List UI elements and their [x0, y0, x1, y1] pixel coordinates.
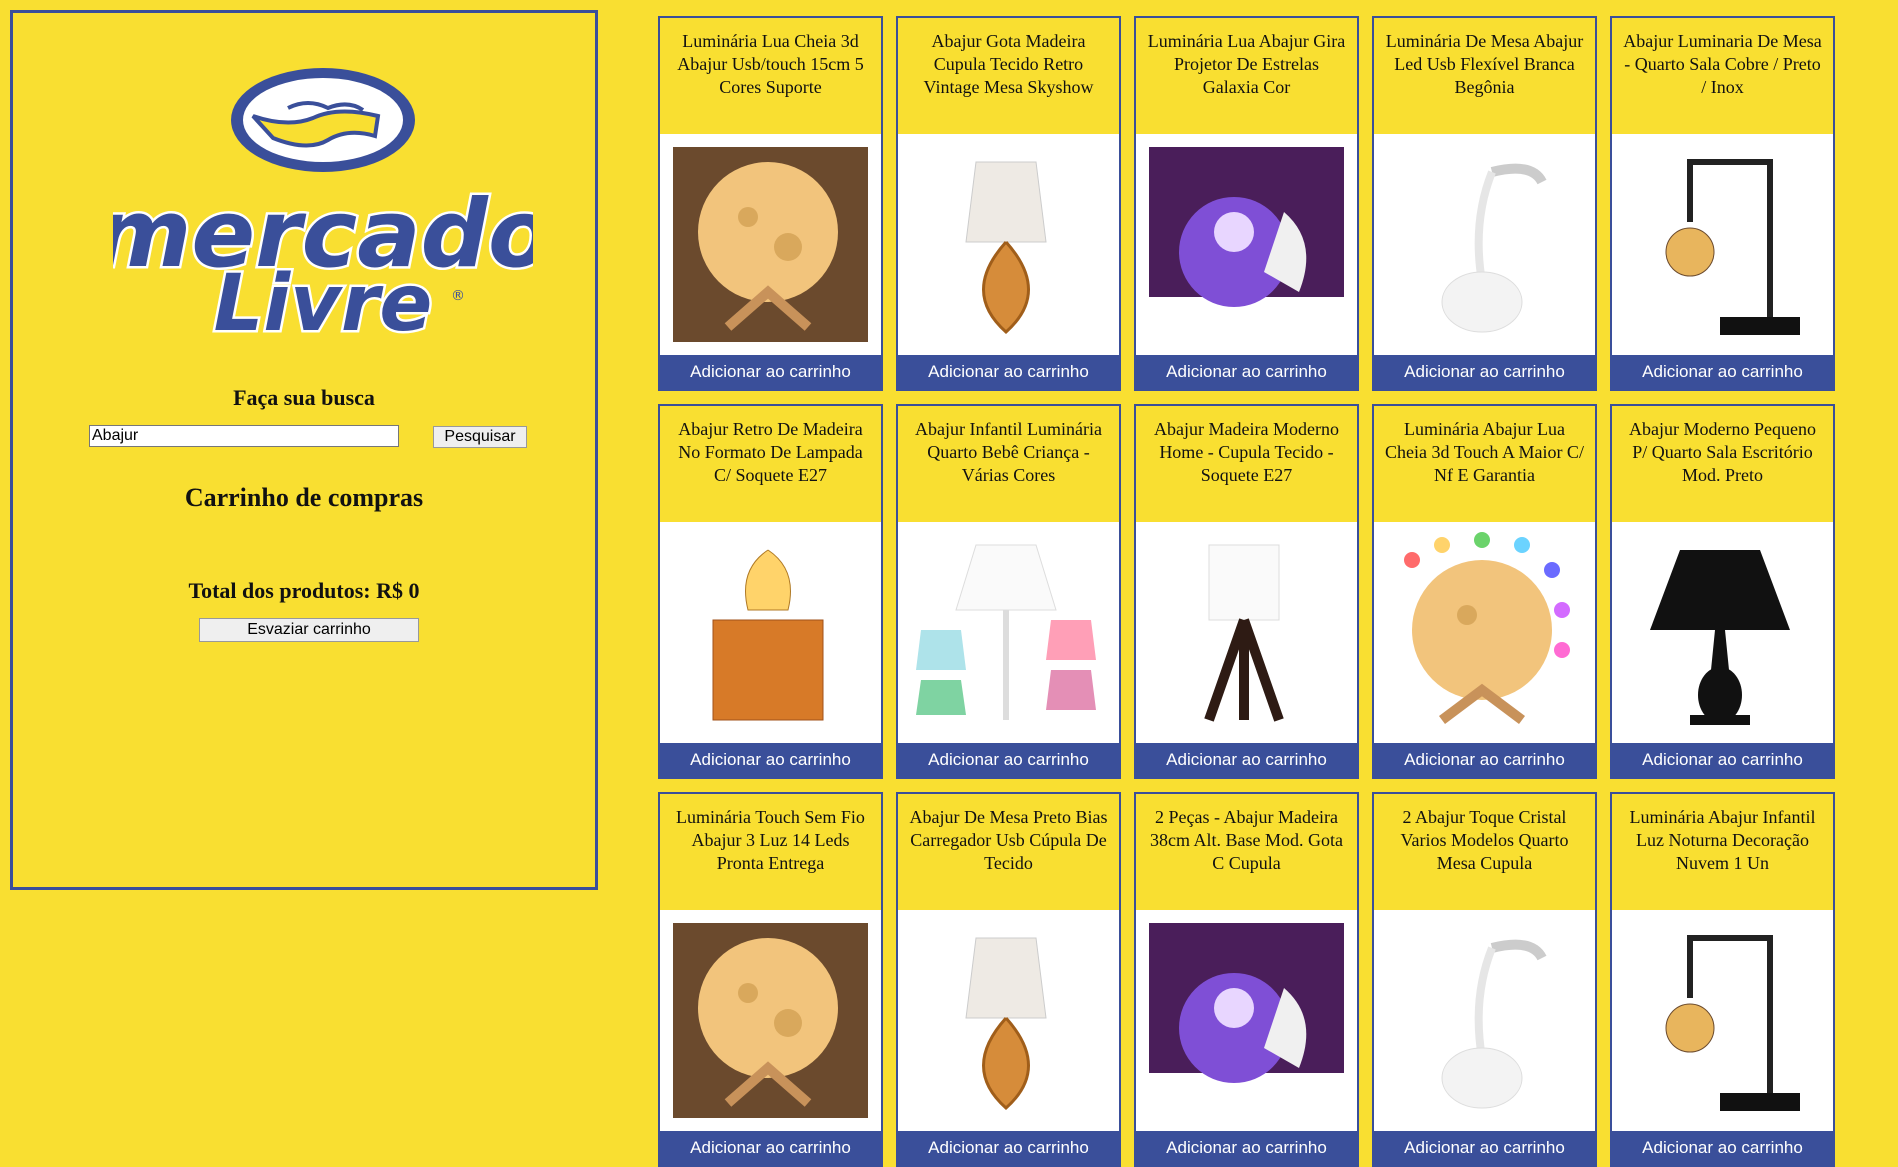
- add-to-cart-button[interactable]: Adicionar ao carrinho: [1374, 1131, 1595, 1165]
- wood-pair-lamp-image: [1136, 910, 1357, 1131]
- product-card: Abajur Luminaria De Mesa - Quarto Sala C…: [1610, 16, 1835, 391]
- product-title: Luminária Abajur Infantil Luz Noturna De…: [1629, 807, 1816, 873]
- search-title: Faça sua busca: [233, 385, 375, 410]
- product-image: [916, 544, 1096, 720]
- mercado-livre-logo: mercado Livre ®: [113, 68, 533, 348]
- product-image: [1650, 550, 1790, 725]
- wood-drop-lamp-image: [898, 134, 1119, 355]
- add-to-cart-button[interactable]: Adicionar ao carrinho: [1136, 743, 1357, 777]
- product-card: Luminária Abajur Lua Cheia 3d Touch A Ma…: [1372, 404, 1597, 779]
- product-card: Abajur Infantil Luminária Quarto Bebê Cr…: [896, 404, 1121, 779]
- product-title: Abajur Luminaria De Mesa - Quarto Sala C…: [1623, 31, 1822, 97]
- touch-lamp-image: [660, 910, 881, 1131]
- star-projector-image: [1136, 134, 1357, 355]
- product-title: Abajur Retro De Madeira No Formato De La…: [678, 419, 863, 485]
- product-image: [712, 549, 824, 721]
- product-card: Luminária Touch Sem Fio Abajur 3 Luz 14 …: [658, 792, 883, 1167]
- add-to-cart-button[interactable]: Adicionar ao carrinho: [898, 743, 1119, 777]
- product-title: 2 Peças - Abajur Madeira 38cm Alt. Base …: [1150, 807, 1343, 873]
- product-card: Abajur De Mesa Preto Bias Carregador Usb…: [896, 792, 1121, 1167]
- logo-text-livre: Livre: [214, 259, 433, 348]
- product-title: Luminária Abajur Lua Cheia 3d Touch A Ma…: [1385, 419, 1584, 485]
- product-title: Luminária De Mesa Abajur Led Usb Flexíve…: [1385, 31, 1584, 97]
- product-grid: Luminária Lua Cheia 3d Abajur Usb/touch …: [658, 16, 1835, 1167]
- black-lamp-image: [1612, 522, 1833, 743]
- product-image: [1149, 147, 1344, 307]
- add-to-cart-button[interactable]: Adicionar ao carrinho: [1612, 743, 1833, 777]
- product-card: Luminária Lua Abajur Gira Projetor De Es…: [1134, 16, 1359, 391]
- product-card: Luminária Lua Cheia 3d Abajur Usb/touch …: [658, 16, 883, 391]
- add-to-cart-button[interactable]: Adicionar ao carrinho: [1374, 743, 1595, 777]
- product-image: [1665, 935, 1800, 1111]
- wood-bulb-lamp-image: [660, 522, 881, 743]
- add-to-cart-button[interactable]: Adicionar ao carrinho: [1612, 1131, 1833, 1165]
- industrial-lamp-image: [1612, 134, 1833, 355]
- add-to-cart-button[interactable]: Adicionar ao carrinho: [898, 1131, 1119, 1165]
- product-card: Abajur Retro De Madeira No Formato De La…: [658, 404, 883, 779]
- add-to-cart-button[interactable]: Adicionar ao carrinho: [1136, 355, 1357, 389]
- product-card: Luminária Abajur Infantil Luz Noturna De…: [1610, 792, 1835, 1167]
- product-title: Abajur Infantil Luminária Quarto Bebê Cr…: [915, 419, 1102, 485]
- product-card: Luminária De Mesa Abajur Led Usb Flexíve…: [1372, 16, 1597, 391]
- add-to-cart-button[interactable]: Adicionar ao carrinho: [660, 1131, 881, 1165]
- product-card: 2 Peças - Abajur Madeira 38cm Alt. Base …: [1134, 792, 1359, 1167]
- sidebar: mercado Livre ® Faça sua busca Pesquisar…: [10, 10, 598, 890]
- search-button[interactable]: Pesquisar: [433, 426, 527, 448]
- add-to-cart-button[interactable]: Adicionar ao carrinho: [1374, 355, 1595, 389]
- product-card: Abajur Madeira Moderno Home - Cupula Tec…: [1134, 404, 1359, 779]
- product-image: [965, 161, 1047, 335]
- product-title: Abajur Madeira Moderno Home - Cupula Tec…: [1154, 419, 1339, 485]
- product-title: Abajur De Mesa Preto Bias Carregador Usb…: [909, 807, 1108, 873]
- product-image: [673, 923, 868, 1118]
- product-image: [1441, 939, 1547, 1109]
- kids-lamp-image: [898, 522, 1119, 743]
- led-desk-lamp-image: [1374, 134, 1595, 355]
- moon-lamp-image: [660, 134, 881, 355]
- add-to-cart-button[interactable]: Adicionar ao carrinho: [1612, 355, 1833, 389]
- product-title: 2 Abajur Toque Cristal Varios Modelos Qu…: [1400, 807, 1569, 873]
- product-card: 2 Abajur Toque Cristal Varios Modelos Qu…: [1372, 792, 1597, 1167]
- product-image: [1204, 544, 1284, 722]
- product-card: Abajur Moderno Pequeno P/ Quarto Sala Es…: [1610, 404, 1835, 779]
- modern-wood-lamp-image: [1136, 522, 1357, 743]
- cloud-lamp-image: [1612, 910, 1833, 1131]
- product-title: Abajur Moderno Pequeno P/ Quarto Sala Es…: [1629, 419, 1816, 485]
- add-to-cart-button[interactable]: Adicionar ao carrinho: [1136, 1131, 1357, 1165]
- search-input[interactable]: [89, 425, 399, 447]
- empty-cart-button[interactable]: Esvaziar carrinho: [199, 618, 419, 642]
- logo-registered-mark: ®: [451, 288, 465, 304]
- add-to-cart-button[interactable]: Adicionar ao carrinho: [898, 355, 1119, 389]
- product-image: [1441, 163, 1547, 333]
- product-image: [1665, 159, 1800, 335]
- product-title: Luminária Lua Cheia 3d Abajur Usb/touch …: [677, 31, 864, 97]
- cart-title: Carrinho de compras: [184, 483, 424, 512]
- product-image: [1404, 532, 1570, 724]
- product-title: Luminária Touch Sem Fio Abajur 3 Luz 14 …: [676, 807, 865, 873]
- black-usb-lamp-image: [898, 910, 1119, 1131]
- product-image: [965, 937, 1047, 1111]
- add-to-cart-button[interactable]: Adicionar ao carrinho: [660, 355, 881, 389]
- cart-total: Total dos produtos: R$ 0: [188, 578, 420, 603]
- product-card: Abajur Gota Madeira Cupula Tecido Retro …: [896, 16, 1121, 391]
- product-title: Abajur Gota Madeira Cupula Tecido Retro …: [923, 31, 1094, 97]
- product-image: [673, 147, 868, 342]
- add-to-cart-button[interactable]: Adicionar ao carrinho: [660, 743, 881, 777]
- product-title: Luminária Lua Abajur Gira Projetor De Es…: [1147, 31, 1346, 97]
- product-image: [1149, 923, 1344, 1083]
- moon-lamp-colors-image: [1374, 522, 1595, 743]
- crystal-lamp-image: [1374, 910, 1595, 1131]
